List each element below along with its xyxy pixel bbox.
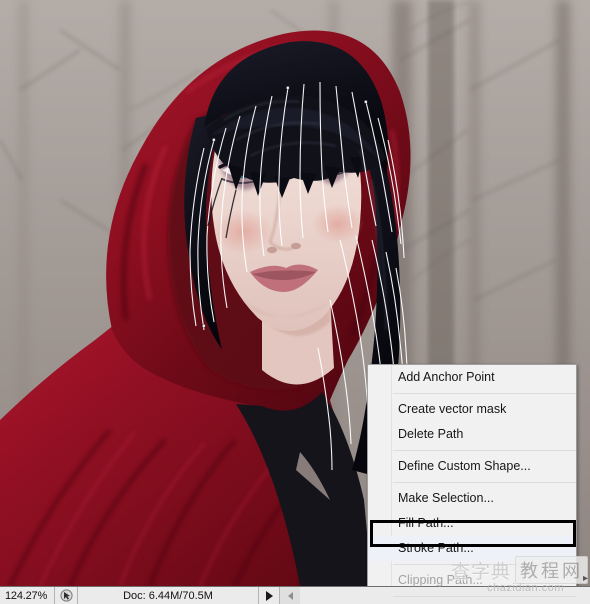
path-context-menu[interactable]: Add Anchor Point Create vector mask Dele…: [367, 364, 577, 604]
menu-item-create-vector-mask[interactable]: Create vector mask: [368, 397, 576, 422]
menu-separator: [393, 564, 576, 565]
menu-separator: [393, 596, 576, 597]
menu-item-stroke-path[interactable]: Stroke Path...: [368, 536, 576, 561]
triangle-left-icon: [287, 591, 293, 600]
menu-separator: [393, 450, 576, 451]
cursor-pointer-icon[interactable]: [55, 587, 77, 604]
menu-item-delete-path[interactable]: Delete Path: [368, 422, 576, 447]
menu-item-make-selection[interactable]: Make Selection...: [368, 486, 576, 511]
scroll-corner-arrow-icon: ▸: [582, 573, 588, 584]
menu-item-add-anchor-point[interactable]: Add Anchor Point: [368, 365, 576, 390]
menu-item-define-custom-shape[interactable]: Define Custom Shape...: [368, 454, 576, 479]
photoshop-window: Add Anchor Point Create vector mask Dele…: [0, 0, 590, 604]
menu-separator: [393, 482, 576, 483]
document-size-info[interactable]: Doc: 6.44M/70.5M: [78, 587, 258, 604]
triangle-right-icon: [265, 590, 273, 601]
menu-item-clipping-path: Clipping Path...: [398, 573, 483, 587]
zoom-level-field[interactable]: 124.27%: [0, 587, 54, 604]
menu-item-free-transform-path[interactable]: Free Transform Path: [368, 600, 576, 604]
menu-separator: [393, 393, 576, 394]
status-popup-arrow[interactable]: [259, 587, 279, 604]
horizontal-scroll-left-button[interactable]: [280, 587, 300, 604]
menu-item-fill-path[interactable]: Fill Path...: [368, 511, 576, 536]
